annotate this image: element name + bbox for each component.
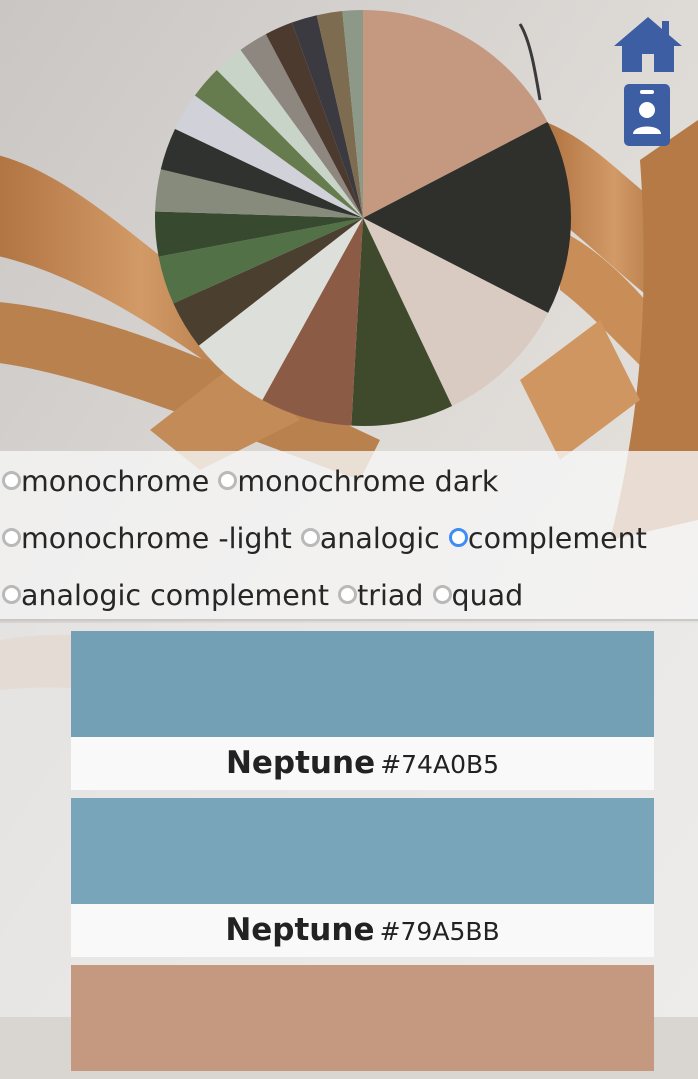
scheme-option-complement[interactable]: complement [448,522,647,555]
swatch-label: Neptune #74A0B5 [71,737,654,790]
scheme-option-triad[interactable]: triad [338,579,423,612]
scheme-selector: monochrome monochrome dark monochrome -l… [0,451,698,621]
scheme-option-monochrome[interactable]: monochrome [2,465,209,498]
radio-button[interactable] [2,584,21,604]
scheme-option-label: triad [357,579,424,612]
top-nav [612,14,684,154]
radio-button[interactable] [2,470,21,490]
color-swatch[interactable]: Neptune #74A0B5 [71,631,654,790]
color-swatch[interactable] [71,965,654,1071]
scheme-option-label: complement [467,522,647,555]
swatch-list: Neptune #74A0B5 Neptune #79A5BB [71,631,654,1079]
radio-button[interactable] [218,470,238,490]
profile-badge-icon[interactable] [612,84,684,146]
radio-button[interactable] [338,584,358,604]
scheme-option-label: analogic complement [21,579,330,612]
radio-button[interactable] [2,527,21,547]
swatch-color-block[interactable] [71,965,654,1071]
swatch-color-name: Neptune [225,745,376,781]
color-palette-wheel [154,9,572,427]
swatch-hex-code: #79A5BB [379,917,500,946]
scheme-option-label: monochrome dark [237,465,499,498]
scheme-option-label: analogic [319,522,440,555]
scheme-option-label: monochrome [21,465,210,498]
scheme-option-quad[interactable]: quad [432,579,524,612]
radio-button[interactable] [432,584,452,604]
swatch-label: Neptune #79A5BB [71,904,654,957]
scheme-option-label: quad [451,579,524,612]
swatch-hex-code: #74A0B5 [380,750,500,779]
scheme-option-analogic-complement[interactable]: analogic complement [2,579,329,612]
radio-button[interactable] [300,527,320,547]
scheme-option-monochrome-dark[interactable]: monochrome dark [218,465,498,498]
swatch-color-name: Neptune [225,912,375,948]
swatch-color-block[interactable] [71,631,654,737]
scheme-option-monochrome-light[interactable]: monochrome -light [2,522,292,555]
swatch-color-block[interactable] [71,798,654,904]
scheme-option-analogic[interactable]: analogic [300,522,440,555]
radio-button[interactable] [448,527,468,547]
scheme-option-label: monochrome -light [21,522,292,555]
color-swatch[interactable]: Neptune #79A5BB [71,798,654,957]
home-icon[interactable] [612,14,684,76]
palette-pie-chart [155,10,571,426]
